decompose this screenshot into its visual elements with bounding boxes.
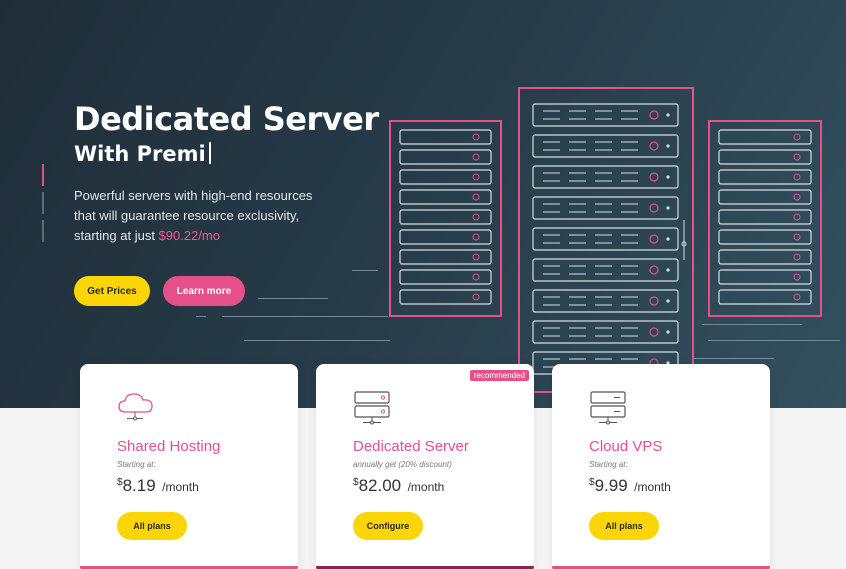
rack-unit-led	[472, 293, 480, 301]
rack-unit-led	[793, 173, 801, 181]
rack-unit-led	[649, 234, 659, 244]
rack-unit-led	[793, 253, 801, 261]
rack-unit-led	[793, 133, 801, 141]
rack-unit	[718, 269, 812, 285]
rack-unit	[718, 209, 812, 225]
rack-unit-dot	[666, 144, 670, 148]
vps-icon	[588, 390, 628, 431]
plan-title: Shared Hosting	[117, 438, 221, 455]
rack-unit-led	[793, 273, 801, 281]
plan-card-cloud-vps: Cloud VPS Starting at: $9.99 /month All …	[552, 364, 770, 569]
plan-title: Cloud VPS	[589, 438, 663, 455]
cloud-icon	[116, 390, 156, 427]
rack-unit	[532, 320, 679, 344]
plan-meta: Starting at:	[117, 460, 156, 469]
rack-unit-led	[649, 296, 659, 306]
rack-unit	[718, 249, 812, 265]
rack-unit-led	[472, 213, 480, 221]
price-amount: 8.19	[122, 476, 156, 495]
rack-unit-led	[472, 153, 480, 161]
rack-unit	[532, 227, 679, 251]
rack-unit	[399, 129, 492, 145]
plan-price: $9.99 /month	[589, 476, 671, 496]
rack-unit	[718, 129, 812, 145]
price-period: /month	[162, 480, 199, 494]
server-rack-illustration	[389, 87, 822, 393]
rack-unit-led	[793, 213, 801, 221]
rack-unit-led	[649, 265, 659, 275]
rack-unit	[532, 289, 679, 313]
price-amount: 9.99	[594, 476, 628, 495]
rack-unit	[399, 289, 492, 305]
rack-unit	[399, 149, 492, 165]
rack-unit-dot	[666, 175, 670, 179]
rack-unit	[399, 229, 492, 245]
all-plans-button[interactable]: All plans	[589, 512, 659, 540]
rack-unit-led	[649, 327, 659, 337]
rack-unit-dot	[666, 206, 670, 210]
price-amount: 82.00	[358, 476, 402, 495]
plan-title: Dedicated Server	[353, 438, 469, 455]
rack-unit-led	[793, 293, 801, 301]
rack-unit-led	[472, 173, 480, 181]
rack-unit-dot	[666, 237, 670, 241]
plan-meta: Starting at:	[589, 460, 628, 469]
rack-unit	[718, 229, 812, 245]
rack-unit-led	[472, 193, 480, 201]
plan-card-dedicated-server: recommended Dedicated Server annually ge…	[316, 364, 534, 569]
rack-unit	[532, 165, 679, 189]
recommended-badge: recommended	[469, 370, 529, 381]
plan-meta: annually get (20% discount)	[353, 460, 452, 469]
rack-unit-led	[472, 253, 480, 261]
rack-unit-led	[649, 110, 659, 120]
rack-unit	[718, 289, 812, 305]
plan-price: $82.00 /month	[353, 476, 444, 496]
rack-unit	[399, 249, 492, 265]
rack-unit-led	[472, 273, 480, 281]
rack-unit	[399, 189, 492, 205]
rack-unit	[718, 169, 812, 185]
rack-unit-led	[649, 172, 659, 182]
configure-button[interactable]: Configure	[353, 512, 423, 540]
rack-unit	[399, 269, 492, 285]
rack-unit-dot	[666, 330, 670, 334]
rack-unit-led	[793, 153, 801, 161]
plan-price: $8.19 /month	[117, 476, 199, 496]
plan-card-shared-hosting: Shared Hosting Starting at: $8.19 /month…	[80, 364, 298, 569]
price-period: /month	[634, 480, 671, 494]
rack-unit	[718, 149, 812, 165]
rack-unit-led	[649, 141, 659, 151]
rack-unit-led	[649, 203, 659, 213]
rack-unit	[532, 258, 679, 282]
rack-unit-led	[472, 133, 480, 141]
rack-unit-led	[472, 233, 480, 241]
rack-unit	[532, 196, 679, 220]
price-period: /month	[407, 480, 445, 494]
rack-unit	[532, 134, 679, 158]
rack-unit	[399, 209, 492, 225]
rack-unit-dot	[666, 268, 670, 272]
rack-unit	[532, 103, 679, 127]
rack-unit-led	[793, 233, 801, 241]
rack-unit-dot	[666, 299, 670, 303]
hero-section: Dedicated Server With Premi Powerful ser…	[0, 0, 846, 408]
rack-unit	[718, 189, 812, 205]
rack-unit-dot	[666, 113, 670, 117]
rack-unit-led	[793, 193, 801, 201]
rack-unit	[399, 169, 492, 185]
server-icon	[352, 390, 392, 431]
all-plans-button[interactable]: All plans	[117, 512, 187, 540]
